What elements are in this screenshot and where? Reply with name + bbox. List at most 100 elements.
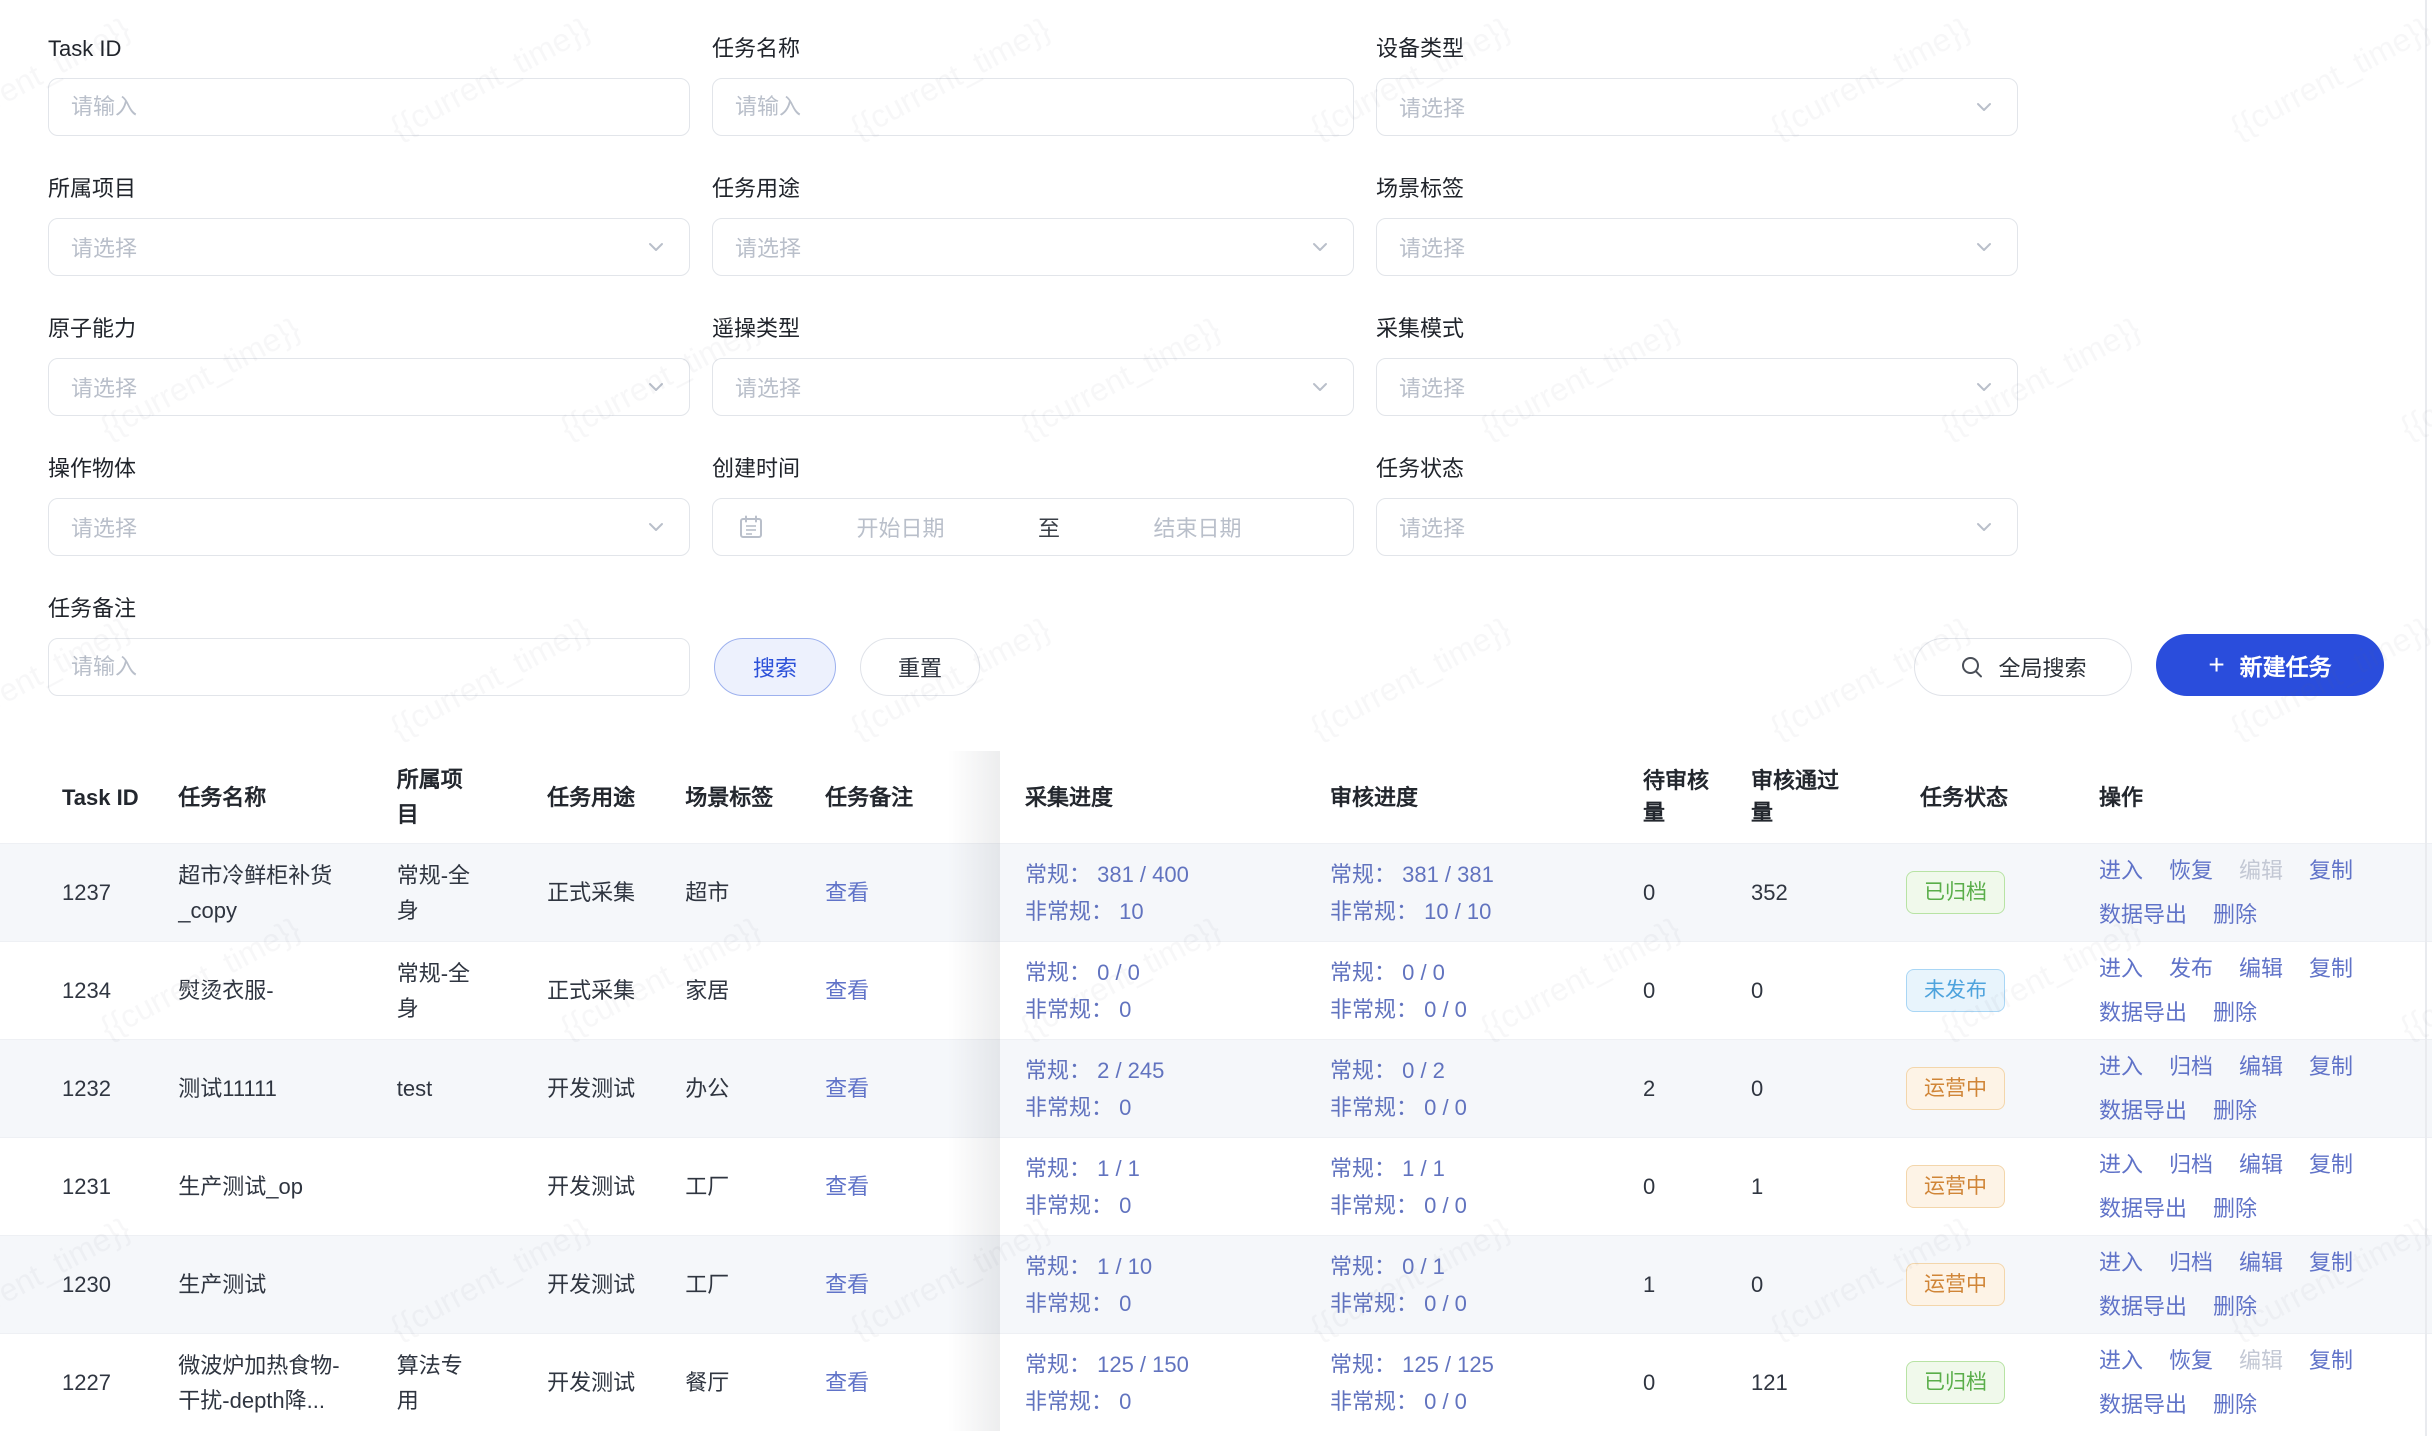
action-link[interactable]: 归档 xyxy=(2169,1048,2213,1086)
cell-task-name: 生产测试 xyxy=(178,1236,396,1333)
create-time-range-picker[interactable]: 开始日期至结束日期 xyxy=(712,498,1354,556)
cell-review-progress: 常规： 125 / 125非常规： 0 / 0 xyxy=(1330,1334,1637,1431)
cell-task-name: 超市冷鲜柜补货_copy xyxy=(178,844,396,941)
scrollbar-track[interactable] xyxy=(2425,0,2427,1436)
cell-task-name: 生产测试_op xyxy=(178,1138,396,1235)
filter-task-status: 任务状态请选择 xyxy=(1376,456,2018,556)
cell-pending-count: 0 xyxy=(1637,1334,1743,1431)
start-date-input[interactable]: 开始日期 xyxy=(769,511,1032,543)
filter-project: 所属项目请选择 xyxy=(48,176,690,276)
atomic-ability-select[interactable]: 请选择 xyxy=(48,358,690,416)
date-separator: 至 xyxy=(1032,511,1066,543)
action-link[interactable]: 删除 xyxy=(2213,994,2257,1032)
action-link[interactable]: 数据导出 xyxy=(2099,1288,2187,1326)
action-link[interactable]: 删除 xyxy=(2213,896,2257,934)
collect-mode-select[interactable]: 请选择 xyxy=(1376,358,2018,416)
action-link[interactable]: 进入 xyxy=(2099,852,2143,890)
filter-operate-object: 操作物体请选择 xyxy=(48,456,690,556)
action-link[interactable]: 编辑 xyxy=(2239,1146,2283,1184)
action-link[interactable]: 进入 xyxy=(2099,1244,2143,1282)
action-link[interactable]: 恢复 xyxy=(2169,1342,2213,1380)
action-link[interactable]: 编辑 xyxy=(2239,1048,2283,1086)
action-link[interactable]: 进入 xyxy=(2099,950,2143,988)
action-link: 编辑 xyxy=(2239,852,2283,890)
cell-actions: 进入恢复编辑复制数据导出删除 xyxy=(2099,844,2432,941)
cell-purpose: 开发测试 xyxy=(547,1138,685,1235)
action-link[interactable]: 复制 xyxy=(2309,1342,2353,1380)
action-link[interactable]: 复制 xyxy=(2309,1048,2353,1086)
action-link[interactable]: 编辑 xyxy=(2239,1244,2283,1282)
reset-button[interactable]: 重置 xyxy=(860,638,980,696)
task-status-select[interactable]: 请选择 xyxy=(1376,498,2018,556)
cell-scene: 家居 xyxy=(685,942,825,1039)
cell-task-id: 1230 xyxy=(0,1236,178,1333)
action-link[interactable]: 恢复 xyxy=(2169,852,2213,890)
action-link[interactable]: 删除 xyxy=(2213,1386,2257,1424)
filter-task-id: Task ID xyxy=(48,36,690,136)
task-purpose-select[interactable]: 请选择 xyxy=(712,218,1354,276)
cell-purpose: 开发测试 xyxy=(547,1334,685,1431)
filter-label-task-status: 任务状态 xyxy=(1376,456,2018,482)
filter-create-time: 创建时间开始日期至结束日期 xyxy=(712,456,1354,556)
action-link[interactable]: 复制 xyxy=(2309,950,2353,988)
teleop-type-select[interactable]: 请选择 xyxy=(712,358,1354,416)
action-link[interactable]: 数据导出 xyxy=(2099,896,2187,934)
action-link[interactable]: 删除 xyxy=(2213,1288,2257,1326)
project-select[interactable]: 请选择 xyxy=(48,218,690,276)
action-link[interactable]: 数据导出 xyxy=(2099,994,2187,1032)
filter-label-scene-tag: 场景标签 xyxy=(1376,176,2018,202)
filter-form: Task ID任务名称设备类型请选择所属项目请选择任务用途请选择场景标签请选择原… xyxy=(0,0,2432,556)
action-link[interactable]: 归档 xyxy=(2169,1244,2213,1282)
action-link: 编辑 xyxy=(2239,1342,2283,1380)
cell-actions: 进入恢复编辑复制数据导出删除 xyxy=(2099,1334,2432,1431)
view-remark-link[interactable]: 查看 xyxy=(825,1267,869,1302)
action-link[interactable]: 复制 xyxy=(2309,1244,2353,1282)
cell-collect-progress: 常规： 125 / 150非常规： 0 xyxy=(1000,1334,1330,1431)
action-link[interactable]: 编辑 xyxy=(2239,950,2283,988)
filter-label-operate-object: 操作物体 xyxy=(48,456,690,482)
scene-tag-select[interactable]: 请选择 xyxy=(1376,218,2018,276)
task-table: Task ID 任务名称 所属项目 任务用途 场景标签 任务备注 采集进度 审核… xyxy=(0,751,2432,1431)
cell-task-name: 熨烫衣服- xyxy=(178,942,396,1039)
action-link[interactable]: 进入 xyxy=(2099,1342,2143,1380)
task-name-input[interactable] xyxy=(712,78,1354,136)
table-row: 1231 生产测试_op 开发测试 工厂 查看 常规： 1 / 1非常规： 0 … xyxy=(0,1137,2432,1235)
cell-collect-progress: 常规： 1 / 10非常规： 0 xyxy=(1000,1236,1330,1333)
col-task-name: 任务名称 xyxy=(178,751,396,843)
cell-review-progress: 常规： 0 / 2非常规： 0 / 0 xyxy=(1330,1040,1637,1137)
table-row: 1234 熨烫衣服- 常规-全身 正式采集 家居 查看 常规： 0 / 0非常规… xyxy=(0,941,2432,1039)
chevron-down-icon xyxy=(1309,236,1331,258)
filter-task-purpose: 任务用途请选择 xyxy=(712,176,1354,276)
end-date-input[interactable]: 结束日期 xyxy=(1066,511,1329,543)
cell-pending-count: 2 xyxy=(1637,1040,1743,1137)
action-link[interactable]: 数据导出 xyxy=(2099,1092,2187,1130)
action-link[interactable]: 数据导出 xyxy=(2099,1190,2187,1228)
global-search-label: 全局搜索 xyxy=(1998,651,2086,683)
task-id-input[interactable] xyxy=(48,78,690,136)
view-remark-link[interactable]: 查看 xyxy=(825,1071,869,1106)
action-link[interactable]: 发布 xyxy=(2169,950,2213,988)
view-remark-link[interactable]: 查看 xyxy=(825,875,869,910)
action-link[interactable]: 删除 xyxy=(2213,1190,2257,1228)
action-link[interactable]: 删除 xyxy=(2213,1092,2257,1130)
action-link[interactable]: 归档 xyxy=(2169,1146,2213,1184)
view-remark-link[interactable]: 查看 xyxy=(825,1365,869,1400)
view-remark-link[interactable]: 查看 xyxy=(825,1169,869,1204)
task-remark-input[interactable] xyxy=(48,638,690,696)
search-button[interactable]: 搜索 xyxy=(714,638,836,696)
cell-project xyxy=(397,1138,547,1235)
action-link[interactable]: 复制 xyxy=(2309,1146,2353,1184)
new-task-button[interactable]: + 新建任务 xyxy=(2156,634,2384,696)
cell-project: 算法专用 xyxy=(397,1334,547,1431)
operate-object-select[interactable]: 请选择 xyxy=(48,498,690,556)
cell-task-id: 1231 xyxy=(0,1138,178,1235)
action-link[interactable]: 复制 xyxy=(2309,852,2353,890)
col-pending-count: 待审核量 xyxy=(1637,751,1743,843)
action-link[interactable]: 进入 xyxy=(2099,1146,2143,1184)
device-type-select[interactable]: 请选择 xyxy=(1376,78,2018,136)
action-link[interactable]: 数据导出 xyxy=(2099,1386,2187,1424)
view-remark-link[interactable]: 查看 xyxy=(825,973,869,1008)
action-link[interactable]: 进入 xyxy=(2099,1048,2143,1086)
cell-collect-progress: 常规： 381 / 400非常规： 10 xyxy=(1000,844,1330,941)
global-search-button[interactable]: 全局搜索 xyxy=(1914,638,2132,696)
